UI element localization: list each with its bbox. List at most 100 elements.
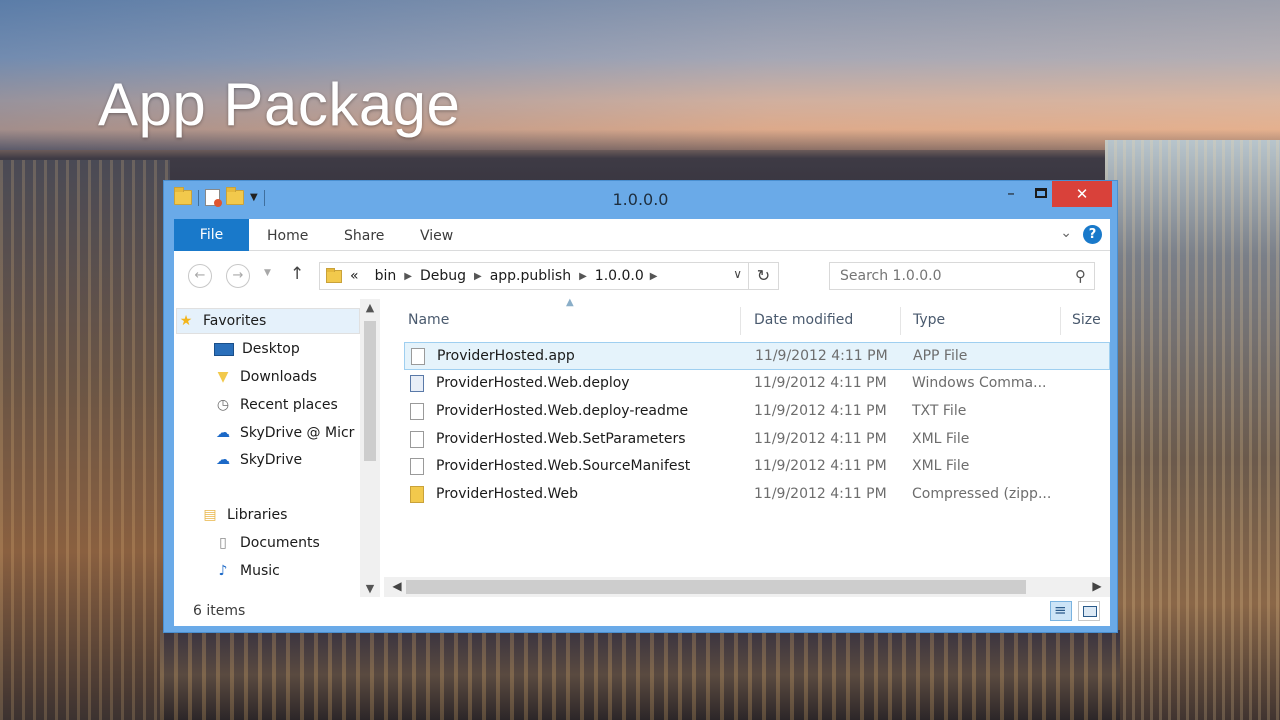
breadcrumb-bin[interactable]: bin: [375, 268, 397, 284]
chevron-right-icon[interactable]: ▶: [650, 271, 658, 282]
nav-item-label: Libraries: [227, 507, 288, 523]
navigation-bar: ← → ▼ ↑ « bin ▶ Debug ▶ app.publish ▶ 1.…: [174, 251, 1110, 299]
file-icon: [410, 403, 424, 420]
background-city-right: [1105, 140, 1280, 720]
nav-item-downloads[interactable]: ▼ Downloads: [214, 364, 317, 390]
file-date: 11/9/2012 4:11 PM: [754, 375, 887, 391]
skydrive-icon: ☁: [216, 425, 230, 441]
nav-scrollbar[interactable]: ▲ ▼: [360, 299, 380, 597]
minimize-button[interactable]: –: [996, 181, 1026, 207]
navigation-pane: ★ Favorites ■ Desktop ▼ Downloads ◷ Rece…: [174, 299, 382, 597]
scroll-left-icon[interactable]: ◀: [388, 579, 406, 593]
zip-icon: [410, 486, 424, 503]
nav-item-libraries[interactable]: ▤ Libraries: [201, 502, 287, 528]
tab-file[interactable]: File: [174, 219, 249, 251]
file-name: ProviderHosted.Web.SetParameters: [436, 431, 686, 447]
chevron-right-icon[interactable]: ▶: [579, 271, 587, 282]
documents-icon: ▯: [219, 535, 227, 551]
column-header-name[interactable]: Name: [408, 307, 449, 333]
breadcrumb-app-publish[interactable]: app.publish: [490, 268, 571, 284]
tab-home[interactable]: Home: [267, 219, 308, 251]
refresh-button[interactable]: ↻: [748, 263, 778, 289]
file-date: 11/9/2012 4:11 PM: [754, 486, 887, 502]
large-icons-view-button[interactable]: [1078, 601, 1100, 621]
column-header-size[interactable]: Size: [1072, 307, 1101, 333]
breadcrumb-debug[interactable]: Debug: [420, 268, 466, 284]
search-box[interactable]: ⚲: [829, 262, 1095, 290]
file-row[interactable]: ProviderHosted.Web.deploy-readme 11/9/20…: [404, 398, 1110, 426]
nav-item-recent-places[interactable]: ◷ Recent places: [214, 392, 338, 418]
explorer-window: ▼ 1.0.0.0 – ✕ File Home Share View ⌄ ? ←…: [163, 180, 1118, 633]
nav-item-label: Recent places: [240, 397, 338, 413]
file-type: Windows Comma...: [912, 375, 1047, 391]
nav-item-skydrive[interactable]: ☁ SkyDrive: [214, 447, 302, 473]
file-icon: [411, 348, 425, 365]
nav-item-skydrive-work[interactable]: ☁ SkyDrive @ Micr: [214, 420, 360, 446]
file-icon: [410, 458, 424, 475]
nav-item-documents[interactable]: ▯ Documents: [214, 530, 320, 556]
file-date: 11/9/2012 4:11 PM: [754, 431, 887, 447]
scroll-right-icon[interactable]: ▶: [1088, 579, 1106, 593]
address-bar[interactable]: « bin ▶ Debug ▶ app.publish ▶ 1.0.0.0 ▶ …: [319, 262, 779, 290]
expand-ribbon-icon[interactable]: ⌄: [1060, 225, 1072, 241]
background-city-bottom: [160, 630, 1120, 720]
file-row[interactable]: ProviderHosted.Web.SourceManifest 11/9/2…: [404, 453, 1110, 481]
slide-title: App Package: [98, 71, 461, 138]
title-bar: ▼ 1.0.0.0 – ✕: [164, 181, 1117, 219]
help-icon[interactable]: ?: [1083, 225, 1102, 244]
recent-places-icon: ◷: [216, 397, 230, 413]
nav-item-label: Desktop: [242, 341, 300, 357]
nav-item-label: Music: [240, 563, 280, 579]
horizontal-scrollbar[interactable]: ◀ ▶: [384, 577, 1110, 597]
column-divider[interactable]: [1060, 307, 1061, 335]
file-name: ProviderHosted.Web.deploy: [436, 375, 630, 391]
libraries-icon: ▤: [203, 507, 217, 523]
maximize-icon: [1035, 188, 1047, 198]
chevron-right-icon[interactable]: ▶: [404, 271, 412, 282]
forward-button[interactable]: →: [226, 264, 250, 288]
back-button[interactable]: ←: [188, 264, 212, 288]
music-icon: ♪: [218, 563, 228, 579]
nav-item-label: Downloads: [240, 369, 317, 385]
nav-item-favorites[interactable]: ★ Favorites: [176, 308, 360, 334]
file-type: Compressed (zipp...: [912, 486, 1052, 502]
background-city-left: [0, 160, 170, 720]
chevron-right-icon[interactable]: ▶: [474, 271, 482, 282]
close-button[interactable]: ✕: [1052, 181, 1112, 207]
tab-view[interactable]: View: [420, 219, 453, 251]
column-divider[interactable]: [740, 307, 741, 335]
scroll-up-icon[interactable]: ▲: [360, 301, 380, 314]
file-row[interactable]: ProviderHosted.app 11/9/2012 4:11 PM APP…: [404, 342, 1110, 370]
sort-ascending-icon: ▲: [566, 297, 574, 308]
column-header-type[interactable]: Type: [913, 307, 945, 333]
search-icon[interactable]: ⚲: [1075, 267, 1086, 285]
scroll-down-icon[interactable]: ▼: [360, 582, 380, 595]
folder-icon: [326, 267, 342, 283]
address-dropdown-icon[interactable]: ∨: [733, 267, 742, 281]
downloads-icon: ▼: [217, 369, 229, 385]
scrollbar-thumb[interactable]: [406, 580, 1026, 594]
breadcrumb-overflow[interactable]: «: [350, 268, 359, 284]
skydrive-icon: ☁: [216, 452, 230, 468]
column-header-date-modified[interactable]: Date modified: [754, 307, 853, 333]
file-list: ▲ Name Date modified Type Size ProviderH…: [384, 297, 1110, 597]
up-button[interactable]: ↑: [290, 264, 304, 284]
file-row[interactable]: ProviderHosted.Web 11/9/2012 4:11 PM Com…: [404, 481, 1110, 509]
file-row[interactable]: ProviderHosted.Web.deploy 11/9/2012 4:11…: [404, 370, 1110, 398]
nav-item-desktop[interactable]: ■ Desktop: [214, 336, 300, 362]
file-type: TXT File: [912, 403, 967, 419]
search-input[interactable]: [830, 263, 1094, 289]
nav-item-music[interactable]: ♪ Music: [214, 558, 280, 584]
column-divider[interactable]: [900, 307, 901, 335]
tab-share[interactable]: Share: [344, 219, 384, 251]
details-view-button[interactable]: [1050, 601, 1072, 621]
nav-item-label: SkyDrive @ Micr: [240, 425, 355, 441]
file-type: XML File: [912, 431, 970, 447]
file-date: 11/9/2012 4:11 PM: [755, 348, 888, 364]
file-row[interactable]: ProviderHosted.Web.SetParameters 11/9/20…: [404, 426, 1110, 454]
scrollbar-thumb[interactable]: [364, 321, 376, 461]
file-name: ProviderHosted.Web: [436, 486, 578, 502]
recent-locations-icon[interactable]: ▼: [264, 268, 271, 278]
breadcrumb-version[interactable]: 1.0.0.0: [595, 268, 644, 284]
status-bar: 6 items: [174, 597, 1110, 626]
